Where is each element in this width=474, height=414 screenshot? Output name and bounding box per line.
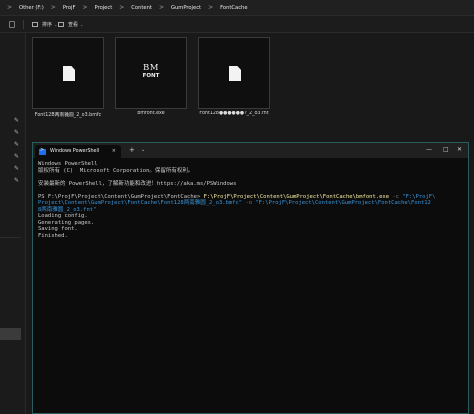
- new-tab-button[interactable]: +: [129, 146, 135, 154]
- explorer-toolbar: 排序 ⌄ 查看 ⌄: [0, 16, 474, 33]
- terminal-titlebar[interactable]: Windows PowerShell × + ⌄ — □ ✕: [33, 143, 468, 158]
- delete-icon[interactable]: [9, 21, 15, 28]
- address-bar[interactable]: > Other (F:) > ProjF > Project > Content…: [0, 0, 474, 16]
- view-icon: [58, 22, 64, 27]
- terminal-tab[interactable]: Windows PowerShell ×: [35, 145, 121, 158]
- pin-icon[interactable]: ✎: [14, 130, 20, 136]
- terminal-line: Finished.: [38, 232, 68, 239]
- terminal-output[interactable]: Windows PowerShell 版权所有 (C) Microsoft Co…: [38, 161, 466, 239]
- sort-icon: [32, 22, 38, 27]
- navigation-pane: ✎ ✎ ✎ ✎ ✎ ✎: [0, 33, 26, 414]
- breadcrumb-item-drive[interactable]: Other (F:): [19, 5, 44, 11]
- view-button[interactable]: 查看 ⌄: [58, 19, 83, 30]
- pin-icon[interactable]: ✎: [14, 142, 20, 148]
- chevron-right-icon: >: [158, 4, 164, 11]
- file-thumbnail-bmfont-exe[interactable]: BM FONT: [115, 37, 187, 109]
- bmfont-icon-line2: FONT: [142, 73, 160, 79]
- file-icon: [229, 66, 241, 81]
- close-button[interactable]: ✕: [457, 146, 462, 154]
- maximize-button[interactable]: □: [443, 146, 449, 154]
- breadcrumb-item-gumproject[interactable]: GumProject: [171, 5, 201, 11]
- chevron-right-icon: >: [82, 4, 88, 11]
- command-executable: F:\ProjF\Project\Content\GumProject\Font…: [203, 193, 390, 200]
- chevron-right-icon: >: [208, 4, 214, 11]
- command-argument: "F:\ProjF\: [402, 193, 436, 200]
- minimize-button[interactable]: —: [426, 146, 432, 154]
- pin-icon[interactable]: ✎: [14, 118, 20, 124]
- sort-label: 排序: [42, 22, 53, 28]
- file-name-fnt[interactable]: Font128●●●●●●?_2_o3.fnt: [189, 111, 279, 116]
- sort-button[interactable]: 排序 ⌄: [32, 19, 57, 30]
- nav-divider: [0, 237, 21, 238]
- tab-close-icon[interactable]: ×: [112, 148, 116, 154]
- command-flag: -c: [392, 193, 399, 200]
- command-argument: "F:\ProjF\Project\Content\GumProject\Fon…: [255, 200, 431, 206]
- tab-title: Windows PowerShell: [50, 149, 100, 154]
- file-name-bmfont-exe[interactable]: bmfont.exe: [106, 111, 196, 116]
- terminal-command-line: Project\Content\GumProject\FontCache\Fon…: [38, 200, 466, 207]
- chevron-down-icon: ⌄: [80, 22, 84, 27]
- powershell-icon: [39, 147, 46, 155]
- pin-icon[interactable]: ✎: [14, 154, 20, 160]
- file-icon: [63, 66, 75, 81]
- bmfont-icon: BM FONT: [116, 64, 186, 80]
- chevron-right-icon: >: [119, 4, 125, 11]
- breadcrumb-item-project[interactable]: Project: [95, 5, 113, 11]
- bmfont-icon-line1: BM: [143, 63, 159, 73]
- powershell-window[interactable]: Windows PowerShell × + ⌄ — □ ✕ Windows P…: [32, 142, 469, 414]
- nav-item-selected[interactable]: [0, 328, 21, 340]
- file-thumbnail-fnt[interactable]: [198, 37, 270, 109]
- view-label: 查看: [68, 22, 79, 28]
- chevron-right-icon: >: [50, 4, 56, 11]
- command-argument: Project\Content\GumProject\FontCache\Fon…: [38, 200, 243, 206]
- file-grid: Font12B两南雅圆_2_o3.bmfc BM FONT bmfont.exe…: [26, 33, 474, 143]
- breadcrumb-item-fontcache[interactable]: FontCache: [220, 5, 247, 11]
- file-name-bmfc[interactable]: Font12B两南雅圆_2_o3.bmfc: [23, 111, 113, 118]
- pin-icon[interactable]: ✎: [14, 166, 20, 172]
- tab-dropdown-button[interactable]: ⌄: [141, 147, 145, 153]
- file-thumbnail-bmfc[interactable]: [32, 37, 104, 109]
- pin-icon[interactable]: ✎: [14, 178, 20, 184]
- command-flag: -o: [245, 200, 253, 206]
- chevron-right-icon: >: [7, 4, 13, 11]
- breadcrumb-item-content[interactable]: Content: [131, 5, 152, 11]
- toolbar-divider: [23, 20, 24, 29]
- chevron-down-icon: ⌄: [54, 22, 58, 27]
- breadcrumb-item-projf[interactable]: ProjF: [63, 5, 76, 11]
- prompt: PS F:\ProjF\Project\Content\GumProject\F…: [38, 193, 204, 200]
- command-argument: 8两南雅圆_2_o3.fnt": [38, 206, 97, 213]
